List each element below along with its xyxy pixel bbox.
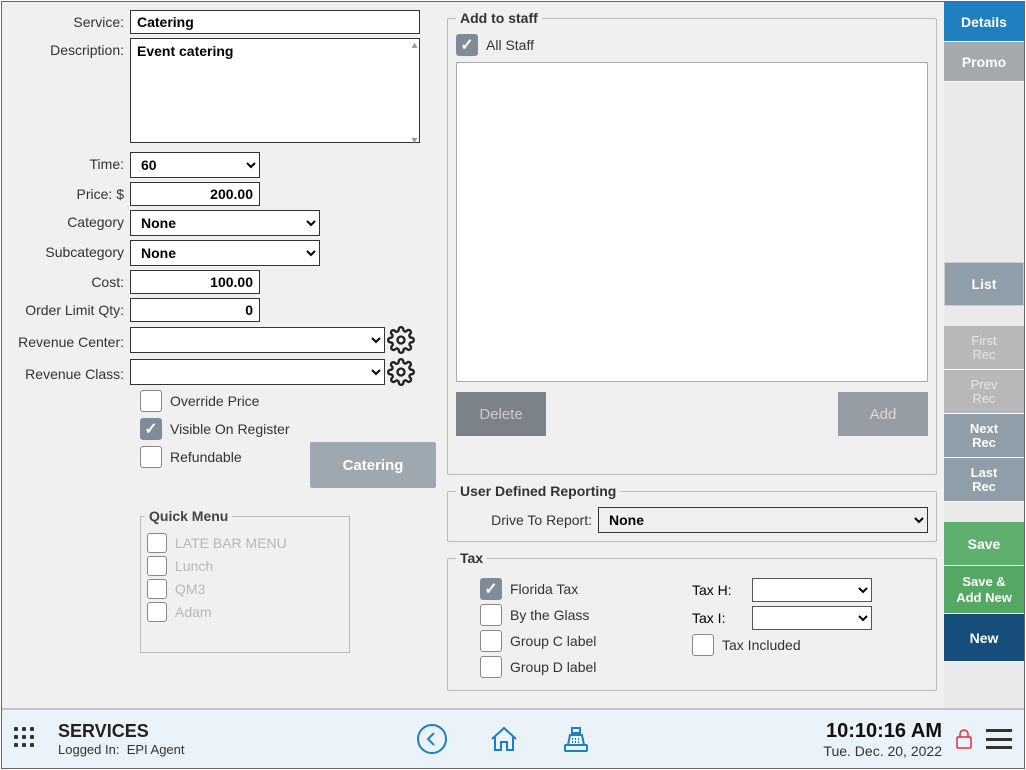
- revenue-center-select[interactable]: [130, 327, 385, 353]
- orderlimit-label: Order Limit Qty:: [10, 298, 130, 318]
- revenue-class-select[interactable]: [130, 359, 385, 385]
- group-d-checkbox[interactable]: [480, 656, 502, 678]
- user-defined-reporting-group: User Defined Reporting Drive To Report: …: [447, 483, 937, 542]
- tax-h-label: Tax H:: [692, 582, 752, 598]
- qm-label: QM3: [175, 581, 205, 597]
- time-label: Time:: [10, 152, 130, 172]
- clock-date: Tue. Dec. 20, 2022: [823, 743, 942, 759]
- category-select[interactable]: None: [130, 210, 320, 236]
- delete-button[interactable]: Delete: [456, 392, 546, 436]
- udr-legend: User Defined Reporting: [456, 483, 620, 499]
- tax-i-label: Tax I:: [692, 610, 752, 626]
- tab-details[interactable]: Details: [944, 2, 1024, 42]
- time-select[interactable]: 60: [130, 152, 260, 178]
- visible-on-register-label: Visible On Register: [170, 421, 290, 437]
- prev-rec-button: PrevRec: [944, 370, 1024, 414]
- quickmenu-group: Quick Menu LATE BAR MENU Lunch QM3 Adam: [140, 508, 350, 653]
- qm-label: LATE BAR MENU: [175, 535, 287, 551]
- qm-checkbox[interactable]: [147, 556, 167, 576]
- page-title: SERVICES: [58, 721, 185, 742]
- cost-label: Cost:: [10, 270, 130, 290]
- tax-legend: Tax: [456, 550, 487, 566]
- qm-checkbox[interactable]: [147, 602, 167, 622]
- category-label: Category: [10, 210, 130, 230]
- orderlimit-input[interactable]: [130, 298, 260, 322]
- subcategory-label: Subcategory: [10, 240, 130, 260]
- description-textarea[interactable]: Event catering: [130, 38, 420, 143]
- logged-in-text: Logged In: EPI Agent: [58, 742, 185, 757]
- all-staff-label: All Staff: [486, 37, 534, 53]
- price-label: Price: $: [10, 182, 130, 202]
- catering-button[interactable]: Catering: [310, 442, 436, 488]
- save-add-new-button[interactable]: Save &Add New: [944, 566, 1024, 614]
- refundable-checkbox[interactable]: [140, 446, 162, 468]
- first-rec-button: FirstRec: [944, 326, 1024, 370]
- new-button[interactable]: New: [944, 614, 1024, 662]
- gear-icon[interactable]: [387, 326, 415, 354]
- cost-input[interactable]: [130, 270, 260, 294]
- florida-tax-label: Florida Tax: [510, 581, 578, 597]
- service-input[interactable]: [130, 10, 420, 34]
- subcategory-select[interactable]: None: [130, 240, 320, 266]
- add-to-staff-legend: Add to staff: [456, 10, 542, 26]
- refundable-label: Refundable: [170, 449, 242, 465]
- qm-label: Lunch: [175, 558, 213, 574]
- lock-icon[interactable]: [954, 727, 974, 751]
- group-d-label: Group D label: [510, 659, 596, 675]
- menu-icon[interactable]: [986, 729, 1012, 749]
- revenue-center-label: Revenue Center:: [10, 330, 130, 350]
- drive-to-report-label: Drive To Report:: [491, 512, 592, 528]
- description-label: Description:: [10, 38, 130, 58]
- group-c-label: Group C label: [510, 633, 596, 649]
- staff-listbox[interactable]: [456, 62, 928, 382]
- add-to-staff-group: Add to staff All Staff Delete Add: [447, 10, 937, 475]
- tax-included-checkbox[interactable]: [692, 634, 714, 656]
- drive-to-report-select[interactable]: None: [598, 507, 928, 533]
- home-icon[interactable]: [488, 723, 520, 755]
- save-button[interactable]: Save: [944, 522, 1024, 566]
- tax-i-select[interactable]: [752, 606, 872, 630]
- clock-time: 10:10:16 AM: [823, 720, 942, 743]
- override-price-checkbox[interactable]: [140, 390, 162, 412]
- tab-promo[interactable]: Promo: [944, 42, 1024, 82]
- all-staff-checkbox[interactable]: [456, 34, 478, 56]
- quickmenu-legend: Quick Menu: [145, 508, 232, 524]
- price-input[interactable]: [130, 182, 260, 206]
- tax-group: Tax Florida Tax By the Glass Group C lab…: [447, 550, 937, 691]
- side-spacer: [944, 82, 1024, 262]
- override-price-label: Override Price: [170, 393, 259, 409]
- list-button[interactable]: List: [944, 262, 1024, 306]
- tax-included-label: Tax Included: [722, 637, 801, 653]
- qm-label: Adam: [175, 604, 212, 620]
- by-the-glass-checkbox[interactable]: [480, 604, 502, 626]
- gear-icon[interactable]: [387, 358, 415, 386]
- service-label: Service:: [10, 10, 130, 30]
- by-the-glass-label: By the Glass: [510, 607, 589, 623]
- register-icon[interactable]: [560, 723, 592, 755]
- visible-on-register-checkbox[interactable]: [140, 418, 162, 440]
- last-rec-button[interactable]: LastRec: [944, 458, 1024, 502]
- revenue-class-label: Revenue Class:: [10, 362, 130, 382]
- group-c-checkbox[interactable]: [480, 630, 502, 652]
- qm-checkbox[interactable]: [147, 533, 167, 553]
- back-icon[interactable]: [416, 723, 448, 755]
- grip-icon[interactable]: [14, 727, 38, 751]
- add-button[interactable]: Add: [838, 392, 928, 436]
- florida-tax-checkbox[interactable]: [480, 578, 502, 600]
- qm-checkbox[interactable]: [147, 579, 167, 599]
- next-rec-button[interactable]: NextRec: [944, 414, 1024, 458]
- tax-h-select[interactable]: [752, 578, 872, 602]
